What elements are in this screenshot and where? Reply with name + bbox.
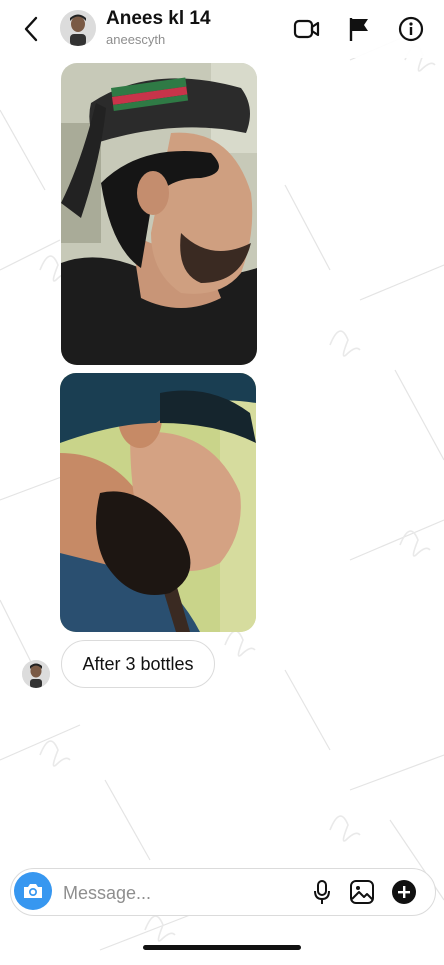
gallery-button[interactable] [347, 877, 377, 907]
report-button[interactable] [344, 14, 374, 44]
info-icon [398, 16, 424, 42]
camera-icon [24, 884, 42, 898]
sender-avatar[interactable] [22, 660, 50, 688]
home-indicator[interactable] [143, 945, 301, 950]
chat-header: Anees kl 14 aneescyth [0, 0, 444, 58]
photo-image [61, 63, 257, 365]
avatar-image [60, 10, 96, 46]
message-bubble[interactable]: After 3 bottles [61, 640, 215, 688]
contact-info[interactable]: Anees kl 14 aneescyth [106, 8, 211, 48]
contact-name: Anees kl 14 [106, 8, 211, 29]
camera-button[interactable] [14, 872, 52, 910]
avatar-image [22, 660, 50, 688]
back-button[interactable] [18, 14, 44, 44]
message-input[interactable] [61, 877, 295, 909]
video-call-icon [293, 19, 320, 39]
photo-message[interactable] [60, 373, 256, 632]
voice-message-button[interactable] [307, 877, 337, 907]
microphone-icon [314, 880, 330, 904]
gallery-icon [350, 880, 374, 904]
avatar[interactable] [60, 10, 96, 46]
photo-image [60, 373, 256, 632]
info-button[interactable] [396, 14, 426, 44]
photo-message[interactable] [61, 63, 257, 365]
contact-username: aneescyth [106, 32, 166, 47]
back-icon [24, 16, 38, 42]
more-button[interactable] [389, 877, 419, 907]
flag-icon [349, 18, 368, 41]
add-icon [392, 880, 416, 904]
video-call-button[interactable] [292, 14, 322, 44]
message-text: After 3 bottles [82, 653, 194, 674]
message-composer [10, 868, 436, 916]
